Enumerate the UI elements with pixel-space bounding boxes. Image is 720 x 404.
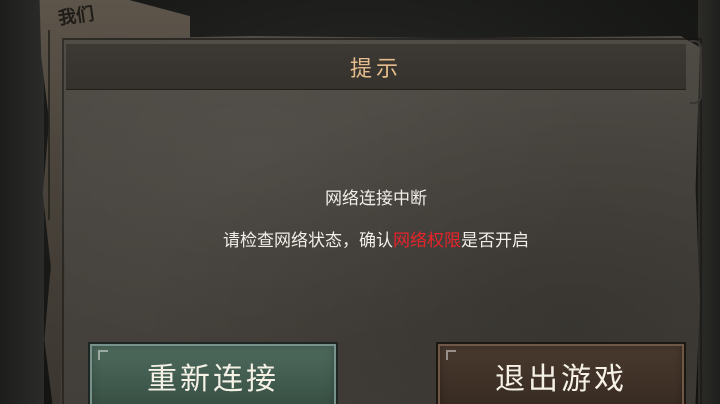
button-corner-ornament	[446, 350, 456, 360]
button-corner-ornament	[98, 350, 108, 360]
exit-game-button-label: 退出游戏	[495, 362, 627, 397]
reconnect-button-label: 重新连接	[147, 362, 279, 397]
exit-game-button[interactable]: 退出游戏	[438, 344, 684, 404]
dialog-title: 提示	[349, 57, 402, 82]
game-stage: 我们 提示 网络连接中断 请检查网络状态，确认网络权限是否开启 重新连接 退出游…	[0, 0, 720, 404]
background-left-edge	[0, 0, 44, 404]
dialog-hook-decoration	[690, 40, 702, 104]
reconnect-button[interactable]: 重新连接	[90, 344, 336, 404]
dialog-title-bar: 提示	[66, 44, 686, 90]
network-permission-highlight: 网络权限	[393, 231, 461, 251]
background-scrap-mark: 我们	[56, 3, 96, 30]
message-line-2-prefix: 请检查网络状态，确认	[223, 231, 393, 251]
message-line-2-suffix: 是否开启	[461, 231, 529, 251]
message-line-2: 请检查网络状态，确认网络权限是否开启	[66, 226, 686, 251]
message-line-1: 网络连接中断	[325, 189, 427, 209]
